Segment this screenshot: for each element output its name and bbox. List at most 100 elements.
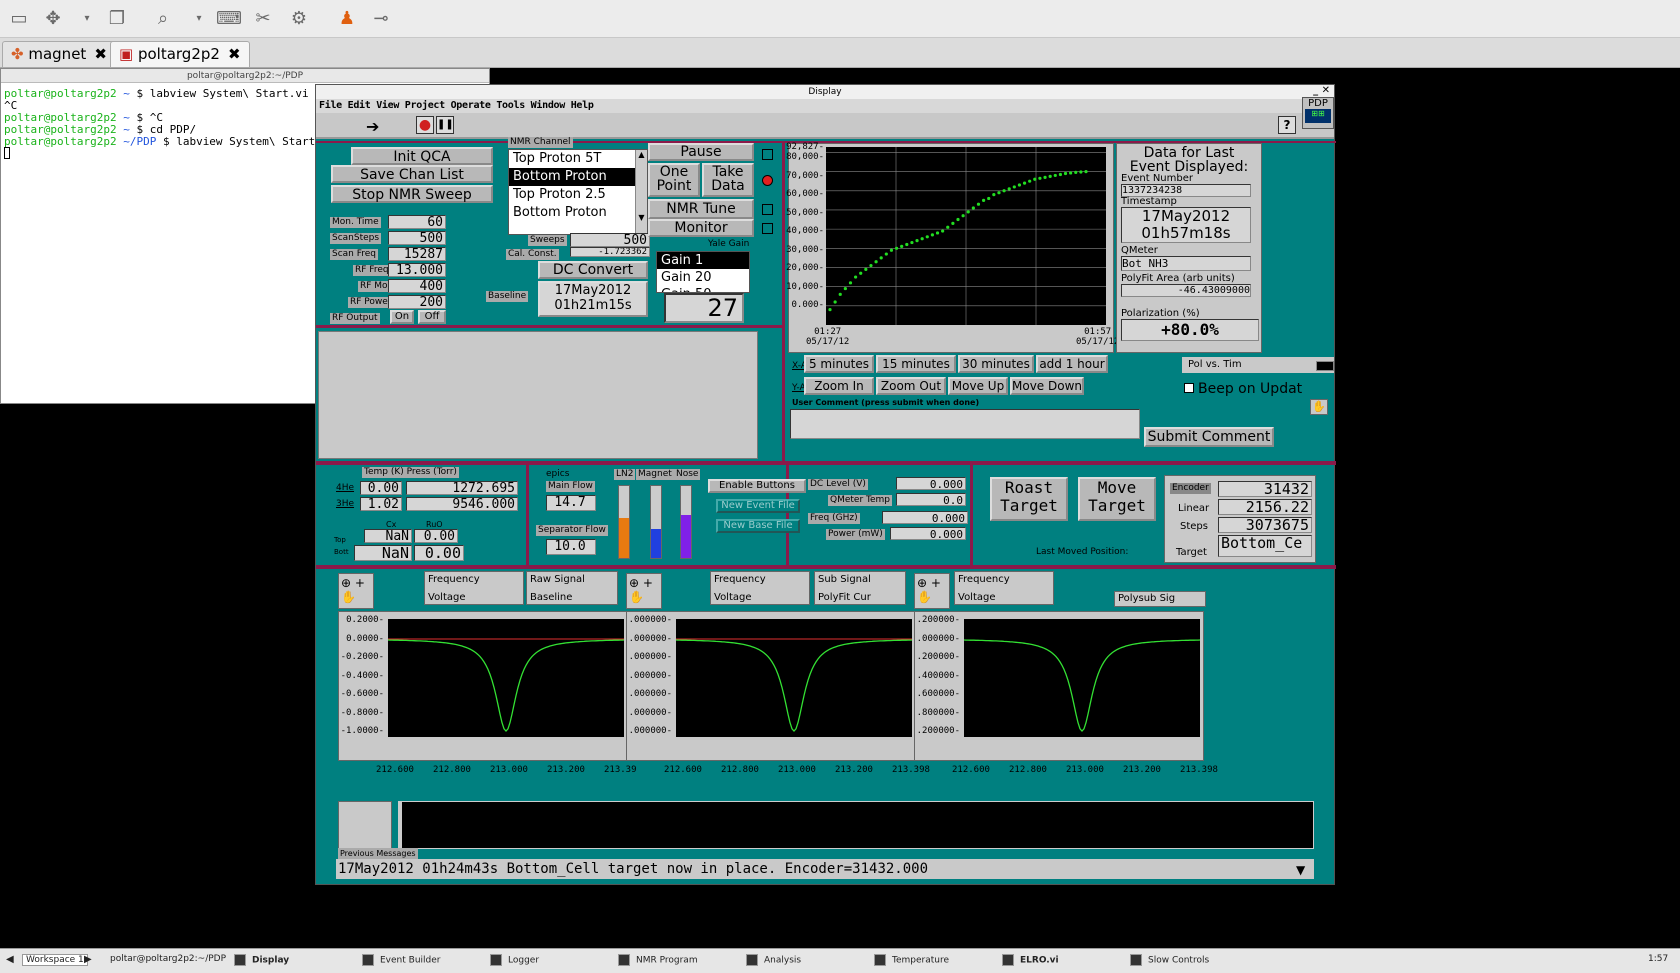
nmr-param-field[interactable]: 15287: [388, 247, 446, 261]
new-event-file-button[interactable]: New Event File: [716, 499, 800, 513]
x-axis-button[interactable]: add 1 hour: [1036, 355, 1108, 373]
hand-icon[interactable]: ✋: [1310, 399, 1328, 415]
terminal-cursor[interactable]: [4, 147, 10, 159]
y-axis-button[interactable]: Zoom In: [804, 377, 874, 395]
he3-temp-field: 1.02: [360, 497, 402, 511]
run-arrow-icon[interactable]: ➔: [366, 117, 379, 136]
beep-checkbox[interactable]: [1184, 383, 1194, 393]
nmr-tune-button[interactable]: NMR Tune: [648, 199, 754, 219]
dc-convert-button[interactable]: DC Convert: [538, 261, 648, 279]
joystick-icon[interactable]: ♟: [336, 8, 358, 30]
init-qca-button[interactable]: Init QCA: [351, 147, 493, 165]
chevron-down-icon[interactable]: ▾: [76, 8, 98, 30]
nmr-param-field[interactable]: 13.000: [388, 263, 446, 277]
abort-icon[interactable]: ●: [416, 116, 434, 134]
cal-const-field[interactable]: -1.723362: [570, 247, 650, 257]
taskbar-item[interactable]: NMR Program: [618, 954, 698, 966]
take-data-button[interactable]: Take Data: [702, 163, 754, 197]
submit-comment-button[interactable]: Submit Comment: [1144, 427, 1274, 447]
x-start-date: 05/17/12: [806, 337, 850, 347]
plot-x-tick: 213.200: [1123, 765, 1161, 775]
comment-input[interactable]: [790, 409, 1140, 439]
roast-target-button[interactable]: Roast Target: [990, 477, 1068, 521]
event-info-panel: Data for Last Event Displayed: Event Num…: [1116, 143, 1262, 353]
tab-poltarg2p2[interactable]: ▣ poltarg2p2 ✖: [110, 41, 250, 67]
nmr-param-field[interactable]: 500: [388, 231, 446, 245]
x-axis-button[interactable]: 15 minutes: [876, 355, 956, 373]
nmr-channel-list[interactable]: Top Proton 5T Bottom Proton Top Proton 2.5…: [508, 149, 648, 235]
nmr-param-field[interactable]: 60: [388, 215, 446, 229]
taskbar-item[interactable]: Display: [234, 954, 289, 966]
zoom-tools-icon[interactable]: ⊕ + ✋: [338, 573, 374, 609]
pol-vs-time-legend[interactable]: Pol vs. Tim: [1182, 357, 1334, 373]
y-axis-button[interactable]: Move Up: [948, 377, 1008, 395]
keyboard-icon[interactable]: ⌨: [216, 8, 242, 30]
taskbar-item[interactable]: Event Builder: [362, 954, 440, 966]
pol-y-tick: 50,000-: [786, 207, 824, 218]
plug-icon[interactable]: ⊸: [370, 8, 392, 30]
gain-option[interactable]: Gain 20: [657, 269, 749, 286]
close-icon[interactable]: ✖: [228, 45, 241, 63]
one-point-button[interactable]: One Point: [648, 163, 700, 197]
sweeps-field[interactable]: 500: [570, 233, 650, 247]
workspace-switcher[interactable]: Workspace 1: [22, 954, 88, 966]
pause-icon[interactable]: ❚❚: [436, 116, 454, 134]
y-axis-button[interactable]: Zoom Out: [876, 377, 946, 395]
stop-nmr-sweep-button[interactable]: Stop NMR Sweep: [331, 185, 493, 203]
taskbar-item[interactable]: Logger: [490, 954, 539, 966]
y-axis-button[interactable]: Move Down: [1010, 377, 1084, 395]
help-icon[interactable]: ?: [1278, 116, 1296, 134]
pol-y-tick: 20,000-: [786, 263, 824, 273]
list-item[interactable]: Bottom Proton: [509, 168, 635, 186]
chevron-down-icon[interactable]: ▾: [188, 8, 210, 30]
close-icon[interactable]: ✖: [94, 45, 107, 63]
zoom-tools-icon[interactable]: ⊕ + ✋: [626, 573, 662, 609]
nmr-param-field[interactable]: 400: [388, 279, 446, 293]
rf-off-button[interactable]: Off: [418, 310, 446, 324]
window-controls[interactable]: _ ✕: [1313, 85, 1330, 96]
gain-option[interactable]: Gain 1: [657, 252, 749, 269]
taskbar-item[interactable]: poltar@poltarg2p2:~/PDP: [110, 954, 226, 964]
list-scrollbar[interactable]: ▲ ▼: [635, 150, 647, 234]
search-icon[interactable]: ⌕: [152, 8, 174, 30]
taskbar-item[interactable]: ELRO.vi: [1002, 954, 1059, 966]
new-base-file-button[interactable]: New Base File: [716, 519, 800, 533]
gear-icon[interactable]: ⚙: [288, 8, 310, 30]
gain-option[interactable]: Gain 50: [657, 286, 749, 292]
list-item[interactable]: Top Proton 2.5: [509, 186, 635, 204]
linear-field: 2156.22: [1218, 499, 1312, 515]
list-item[interactable]: Top Proton 5T: [509, 150, 635, 168]
beep-toggle[interactable]: Beep on Updat: [1184, 381, 1336, 399]
taskbar-item[interactable]: Analysis: [746, 954, 801, 966]
yale-gain-list[interactable]: Gain 1Gain 20Gain 50: [656, 251, 750, 293]
signal-plot: ⊕ + ✋ Frequency Voltage Sub Signal PolyFit C…: [626, 571, 930, 799]
level-fill: [681, 514, 691, 558]
next-workspace-icon[interactable]: ▶: [84, 954, 92, 965]
x-axis-button[interactable]: 5 minutes: [804, 355, 874, 373]
taskbar-item[interactable]: Slow Controls: [1130, 954, 1209, 966]
plot-x-tick: 212.600: [376, 765, 414, 775]
zoom-tools-icon[interactable]: ⊕ + ✋: [914, 573, 950, 609]
tab-magnet[interactable]: ✤ magnet ✖: [2, 41, 116, 67]
cut-icon[interactable]: ✂: [252, 8, 274, 30]
taskbar-item[interactable]: Temperature: [874, 954, 949, 966]
windows-icon[interactable]: ❐: [106, 8, 128, 30]
messages-thumbnail[interactable]: [338, 801, 392, 849]
bott-cx-field: NaN: [354, 545, 412, 561]
pol-data-point: [854, 275, 858, 279]
monitor-button[interactable]: Monitor: [648, 219, 754, 237]
save-chan-list-button[interactable]: Save Chan List: [331, 165, 493, 183]
prev-workspace-icon[interactable]: ◀: [6, 954, 14, 965]
menu-bar[interactable]: File Edit View Project Operate Tools Win…: [316, 99, 1334, 113]
pause-button[interactable]: Pause: [648, 143, 754, 161]
chevron-down-icon[interactable]: ▼: [1296, 863, 1305, 877]
x-axis-button[interactable]: 30 minutes: [958, 355, 1034, 373]
window-icon[interactable]: ▭: [8, 8, 30, 30]
nmr-param-field[interactable]: 200: [388, 295, 446, 309]
list-item[interactable]: Bottom Proton: [509, 204, 635, 222]
rf-on-button[interactable]: On: [390, 310, 414, 324]
enable-buttons-button[interactable]: Enable Buttons: [708, 479, 806, 493]
divider: [316, 565, 1336, 569]
move-icon[interactable]: ✥: [42, 8, 64, 30]
move-target-button[interactable]: Move Target: [1078, 477, 1156, 521]
